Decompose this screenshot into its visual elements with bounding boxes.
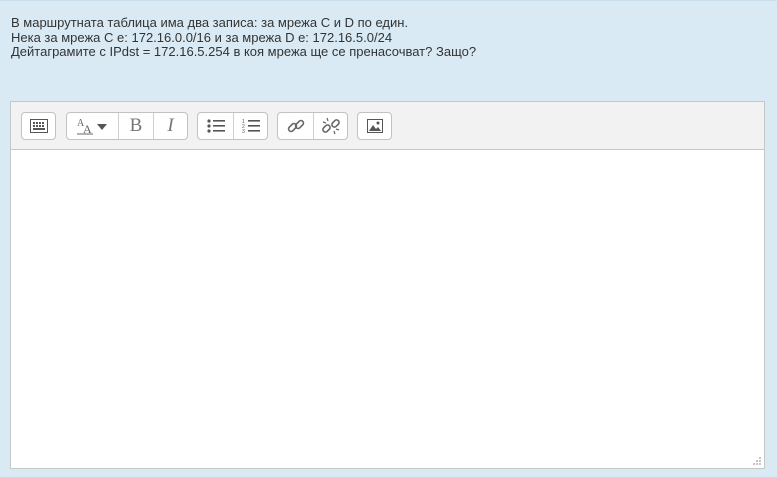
question-line-3: Дейтаграмите с IPdst = 172.16.5.254 в ко… <box>11 44 477 59</box>
toolbar-group-media <box>357 112 392 140</box>
editor-content-area[interactable] <box>11 150 764 468</box>
bulleted-list-icon <box>206 119 225 133</box>
toolbar-group-lists: 1 2 3 <box>197 112 268 140</box>
font-style-dropdown-button[interactable]: A A <box>67 113 118 139</box>
question-line-2: Нека за мрежа C е: 172.16.0.0/16 и за мр… <box>11 29 393 45</box>
svg-text:3: 3 <box>242 129 245 134</box>
link-button[interactable] <box>278 113 313 139</box>
question-text: В маршрутната таблица има два записа: за… <box>11 15 477 60</box>
toolbar-group-links <box>277 112 348 140</box>
answer-editor: A A B I 1 2 3 <box>10 101 765 469</box>
toggle-toolbar-button[interactable] <box>22 113 55 139</box>
svg-text:A: A <box>83 122 92 135</box>
link-icon <box>287 119 304 133</box>
keyboard-toggle-icon <box>29 119 48 133</box>
numbered-list-icon: 1 2 3 <box>242 119 260 134</box>
insert-image-button[interactable] <box>358 113 391 139</box>
numbered-list-button[interactable]: 1 2 3 <box>233 113 267 139</box>
question-line-1: В маршрутната таблица има два записа: за… <box>11 15 409 30</box>
bold-icon: B <box>129 115 143 136</box>
unlink-icon <box>321 117 340 135</box>
italic-icon: I <box>167 115 174 136</box>
resize-handle-icon[interactable] <box>752 456 762 466</box>
toolbar-group-text: A A B I <box>66 112 188 140</box>
image-icon <box>366 119 383 133</box>
question-panel: В маршрутната таблица има два записа: за… <box>0 0 777 477</box>
editor-toolbar: A A B I 1 2 3 <box>11 102 764 150</box>
unlink-button[interactable] <box>313 113 347 139</box>
bulleted-list-button[interactable] <box>198 113 233 139</box>
bold-button[interactable]: B <box>118 113 153 139</box>
font-style-dropdown-icon: A A <box>76 118 107 135</box>
toolbar-group-toggle <box>21 112 56 140</box>
italic-button[interactable]: I <box>153 113 187 139</box>
